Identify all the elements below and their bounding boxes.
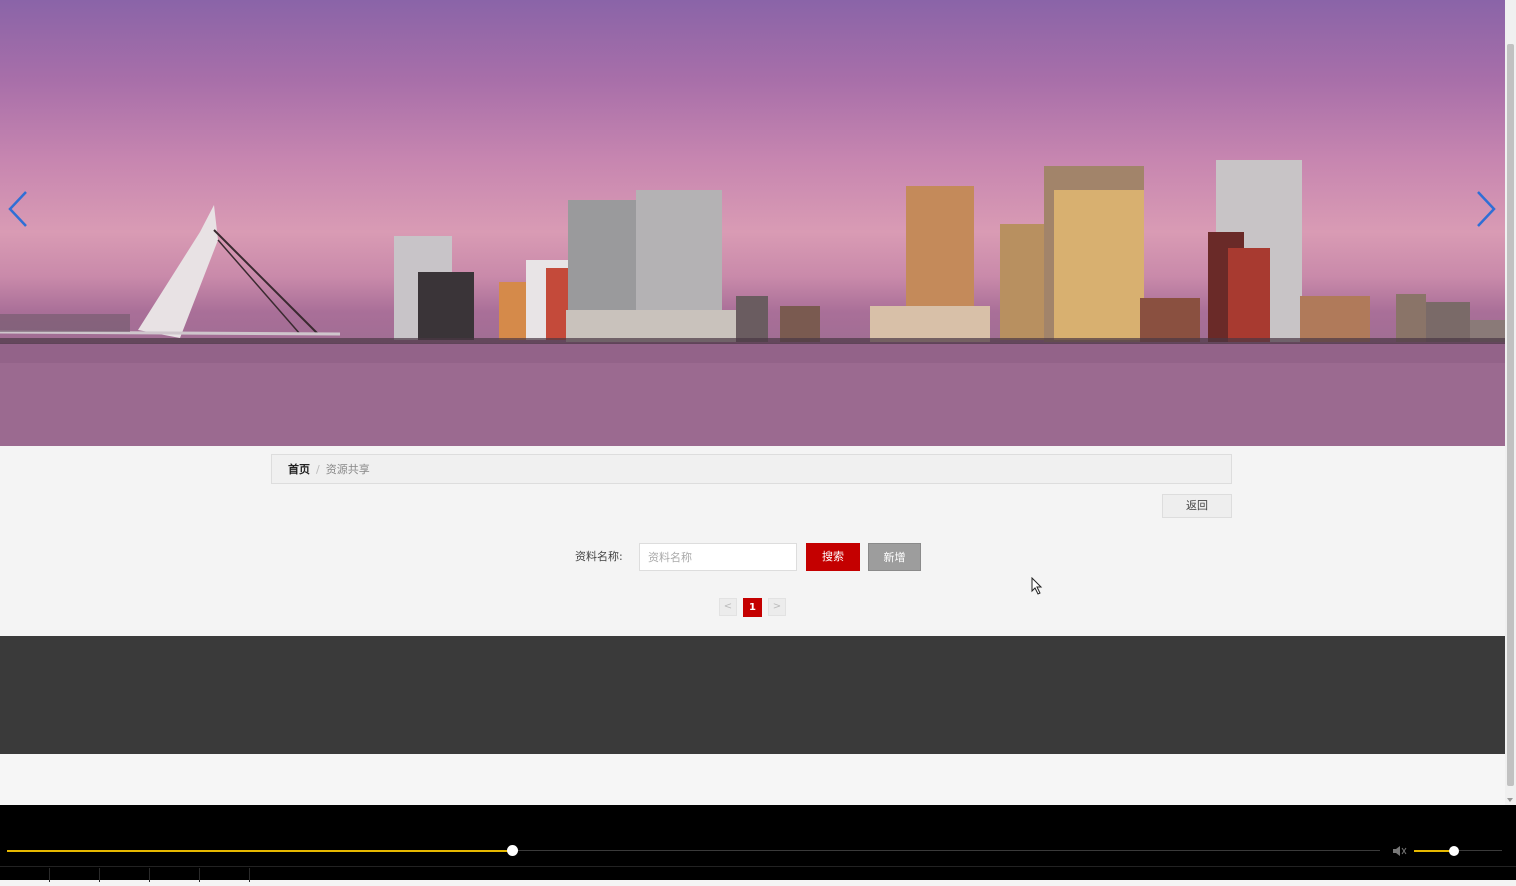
pagination-prev-button[interactable]: <: [719, 598, 737, 616]
speaker-icon[interactable]: [1392, 844, 1408, 858]
hero-banner: [0, 0, 1505, 446]
buildings: [394, 160, 1505, 342]
pagination-page-1[interactable]: 1: [743, 598, 762, 617]
scroll-down-icon[interactable]: [1507, 798, 1513, 802]
breadcrumb: 首页 / 资源共享: [271, 454, 1232, 484]
volume-handle[interactable]: [1449, 846, 1459, 856]
video-progress-fill: [7, 850, 512, 852]
breadcrumb-current: 资源共享: [325, 463, 370, 476]
browser-viewport: 首页 / 资源共享 返回 资料名称: 搜索 新增 < 1 >: [0, 0, 1505, 805]
mouse-cursor-icon: [1031, 577, 1043, 595]
page-bottom-area: [0, 754, 1505, 805]
page-footer: [0, 636, 1505, 754]
volume-fill: [1414, 850, 1454, 852]
breadcrumb-separator: /: [316, 463, 320, 476]
breadcrumb-home-link[interactable]: 首页: [288, 463, 310, 476]
player-bottom-strip: [0, 866, 1516, 882]
search-button[interactable]: 搜索: [806, 543, 860, 571]
pagination-next-button[interactable]: >: [768, 598, 786, 616]
skyline-image: [0, 160, 1505, 446]
bridge: [0, 205, 341, 338]
carousel-prev-button[interactable]: [6, 188, 32, 230]
search-input[interactable]: [639, 543, 797, 571]
back-button[interactable]: 返回: [1162, 494, 1232, 518]
chevron-left-icon: [8, 191, 27, 227]
vertical-scrollbar[interactable]: [1505, 0, 1516, 805]
scrollbar-thumb[interactable]: [1507, 44, 1514, 786]
carousel-next-button[interactable]: [1472, 188, 1498, 230]
add-button[interactable]: 新增: [868, 543, 921, 571]
chevron-right-icon: [1477, 191, 1496, 227]
video-progress-handle[interactable]: [507, 845, 518, 856]
search-label: 资料名称:: [575, 550, 623, 563]
